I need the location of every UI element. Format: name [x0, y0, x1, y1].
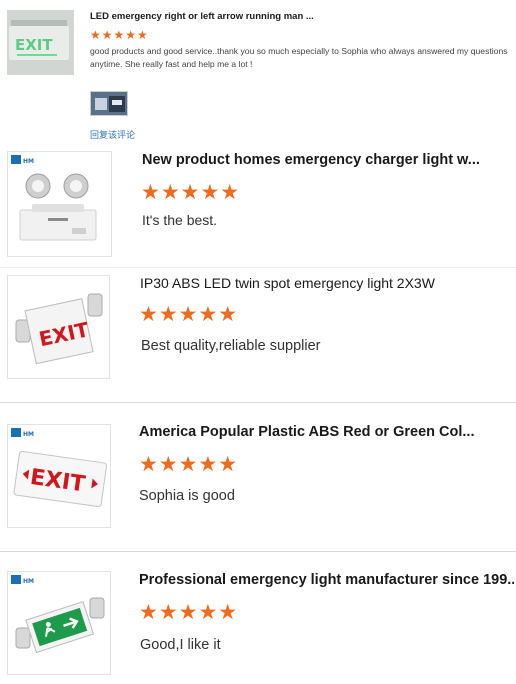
svg-text:HM: HM: [23, 431, 34, 438]
rating-stars: ★★★★★: [139, 601, 239, 624]
running-man-exit-sign-image: HM: [11, 575, 105, 654]
review-comment: Best quality,reliable supplier: [141, 338, 321, 354]
product-thumbnail[interactable]: HM EXIT: [7, 424, 111, 528]
brand-logo-text: HM: [23, 158, 34, 165]
twin-spot-light-image: HM: [11, 155, 97, 241]
divider: [0, 402, 516, 403]
exit-sign-red-image: HM EXIT: [11, 428, 108, 508]
rating-stars: ★★★★★: [141, 181, 241, 204]
hm-logo-icon: HM: [11, 428, 34, 438]
review-comment: Sophia is good: [139, 488, 235, 504]
divider: [0, 267, 516, 268]
svg-text:HM: HM: [23, 578, 34, 585]
review-comment: Good,I like it: [140, 637, 221, 653]
review-product-title[interactable]: New product homes emergency charger ligh…: [142, 152, 514, 168]
reply-link[interactable]: 回复该评论: [90, 128, 135, 141]
exit-sign-image: EXIT: [7, 10, 74, 75]
product-thumbnail[interactable]: HM: [7, 151, 112, 257]
product-thumbnail[interactable]: EXIT: [7, 275, 110, 379]
review-product-title[interactable]: IP30 ABS LED twin spot emergency light 2…: [140, 275, 514, 291]
review-product-title[interactable]: America Popular Plastic ABS Red or Green…: [139, 424, 514, 440]
hm-logo-icon: HM: [11, 575, 34, 585]
svg-text:EXIT: EXIT: [15, 36, 53, 54]
divider: [0, 551, 516, 552]
rating-stars: ★★★★★: [90, 28, 149, 42]
product-thumbnail[interactable]: HM: [7, 571, 111, 675]
review-comment: good products and good service..thank yo…: [90, 46, 508, 69]
product-thumbnail[interactable]: EXIT: [7, 10, 74, 75]
photo-thumbnail-icon[interactable]: [90, 91, 128, 116]
review-product-title[interactable]: LED emergency right or left arrow runnin…: [90, 11, 314, 22]
review-comment: It's the best.: [142, 212, 218, 228]
rating-stars: ★★★★★: [139, 453, 239, 476]
review-product-title[interactable]: Professional emergency light manufacture…: [139, 572, 514, 588]
exit-sign-twin-head-image: EXIT: [15, 293, 103, 365]
rating-stars: ★★★★★: [139, 303, 239, 326]
hm-logo-icon: HM: [11, 155, 34, 165]
